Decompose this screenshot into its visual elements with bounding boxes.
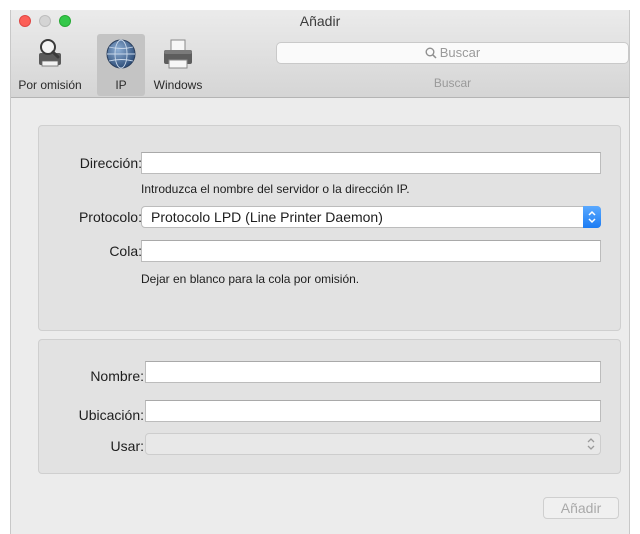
search-caption: Buscar	[433, 76, 472, 90]
queue-input[interactable]	[141, 240, 601, 262]
use-driver-popup[interactable]	[145, 433, 601, 455]
queue-label: Cola:	[109, 243, 142, 259]
window-toolbar: Añadir Por omisión IP Windows Buscar Bus…	[11, 10, 629, 98]
queue-hint: Dejar en blanco para la cola por omisión…	[141, 272, 360, 286]
address-input[interactable]	[141, 152, 601, 174]
location-input[interactable]	[145, 400, 601, 422]
address-hint: Introduzca el nombre del servidor o la d…	[141, 182, 410, 196]
location-label: Ubicación:	[78, 407, 144, 423]
printer-search-icon	[39, 39, 61, 67]
add-printer-window: Añadir Por omisión IP Windows Buscar Bus…	[10, 10, 630, 534]
globe-icon	[106, 39, 136, 69]
window-title: Añadir	[299, 13, 341, 29]
add-button[interactable]: Añadir	[543, 497, 619, 519]
toolbar-ip-label: IP	[115, 78, 127, 92]
printer-icon	[164, 39, 192, 69]
name-label: Nombre:	[90, 368, 144, 384]
search-field[interactable]: Buscar	[276, 42, 629, 64]
printer-details-panel: Nombre: Ubicación: Usar:	[38, 339, 621, 474]
toolbar-ip-button[interactable]: IP	[97, 34, 145, 96]
chevron-updown-icon	[588, 210, 596, 224]
protocol-popup[interactable]: Protocolo LPD (Line Printer Daemon)	[141, 206, 601, 228]
toolbar-windows-button[interactable]: Windows	[147, 34, 209, 96]
name-input[interactable]	[145, 361, 601, 383]
protocol-value: Protocolo LPD (Line Printer Daemon)	[151, 209, 383, 225]
chevron-updown-icon	[587, 438, 595, 450]
protocol-label: Protocolo:	[78, 209, 142, 225]
connection-panel: Dirección: Introduzca el nombre del serv…	[38, 125, 621, 331]
toolbar-default-button[interactable]: Por omisión	[11, 34, 89, 96]
popup-stepper[interactable]	[583, 206, 601, 228]
address-label: Dirección:	[79, 155, 142, 171]
use-label: Usar:	[110, 438, 144, 454]
search-icon	[425, 47, 437, 59]
toolbar-default-label: Por omisión	[18, 78, 82, 92]
toolbar-windows-label: Windows	[153, 78, 203, 92]
search-placeholder: Buscar	[439, 45, 481, 60]
